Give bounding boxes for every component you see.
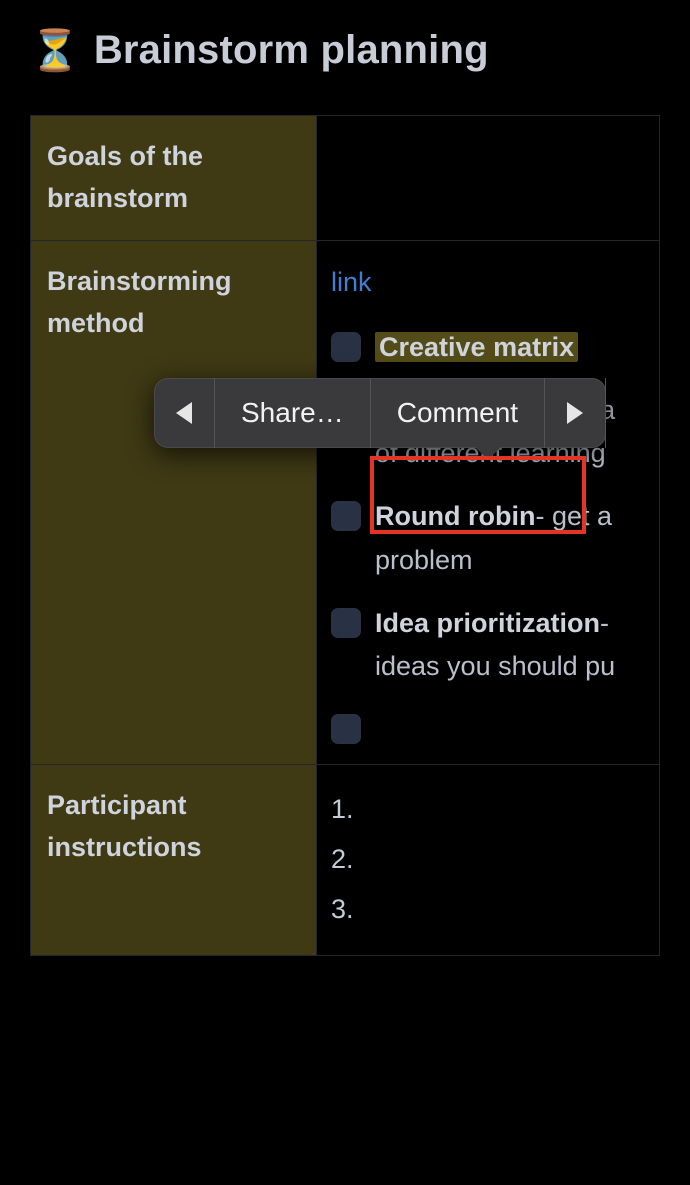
list-item[interactable]: 3. — [331, 885, 659, 935]
row-participant: Participant instructions 1. 2. 3. — [31, 765, 659, 956]
context-menu: Share… Comment — [154, 378, 606, 448]
idea-rest-a[interactable]: - — [600, 608, 609, 638]
context-menu-next-button[interactable] — [545, 378, 606, 448]
participant-value[interactable]: 1. 2. 3. — [317, 765, 659, 955]
idea-rest-b[interactable]: ideas you should pu — [375, 651, 615, 681]
method-label: Brainstorming method — [31, 241, 317, 765]
checkbox-icon[interactable] — [331, 332, 361, 362]
method-value[interactable]: link Creative matrix Silent circuit — [317, 241, 659, 765]
row-goals: Goals of the brainstorm — [31, 116, 659, 241]
list-item[interactable]: 2. — [331, 835, 659, 885]
participant-steps[interactable]: 1. 2. 3. — [331, 785, 659, 935]
context-menu-prev-button[interactable] — [154, 378, 215, 448]
checkbox-icon[interactable] — [331, 501, 361, 531]
page-title-row: ⏳ Brainstorm planning — [0, 28, 690, 73]
method-item-text[interactable]: Creative matrix — [375, 326, 578, 369]
chevron-left-icon — [176, 402, 192, 424]
share-button[interactable]: Share… — [215, 378, 371, 448]
method-item-idea[interactable]: Idea prioritization- ideas you should pu — [331, 602, 659, 688]
method-item-round[interactable]: Round robin- get a problem — [331, 495, 659, 581]
popover-tail-icon — [474, 446, 502, 460]
creative-matrix-bold[interactable]: Creative matrix — [375, 332, 578, 362]
planning-table: Goals of the brainstorm Brainstorming me… — [30, 115, 660, 956]
row-method: Brainstorming method link Creative matri… — [31, 241, 659, 766]
goals-value[interactable] — [317, 116, 659, 240]
chevron-right-icon — [567, 402, 583, 424]
round-robin-bold[interactable]: Round robin — [375, 501, 535, 531]
round-rest-a[interactable]: - get a — [535, 501, 612, 531]
participant-label: Participant instructions — [31, 765, 317, 955]
method-item-text[interactable]: Round robin- get a problem — [375, 495, 612, 581]
method-item-creative[interactable]: Creative matrix — [331, 326, 659, 369]
checkbox-icon[interactable] — [331, 608, 361, 638]
comment-button[interactable]: Comment — [371, 378, 545, 448]
page-title[interactable]: Brainstorm planning — [94, 28, 489, 73]
hourglass-icon: ⏳ — [30, 31, 80, 71]
goals-label: Goals of the brainstorm — [31, 116, 317, 240]
page: ⏳ Brainstorm planning Goals of the brain… — [0, 0, 690, 956]
method-link[interactable]: link — [331, 267, 372, 297]
list-item[interactable]: 1. — [331, 785, 659, 835]
method-item-text[interactable]: Idea prioritization- ideas you should pu — [375, 602, 615, 688]
idea-prioritization-bold[interactable]: Idea prioritization — [375, 608, 600, 638]
checkbox-icon[interactable] — [331, 714, 361, 744]
method-item-empty[interactable] — [331, 708, 659, 744]
round-rest-b[interactable]: problem — [375, 545, 473, 575]
